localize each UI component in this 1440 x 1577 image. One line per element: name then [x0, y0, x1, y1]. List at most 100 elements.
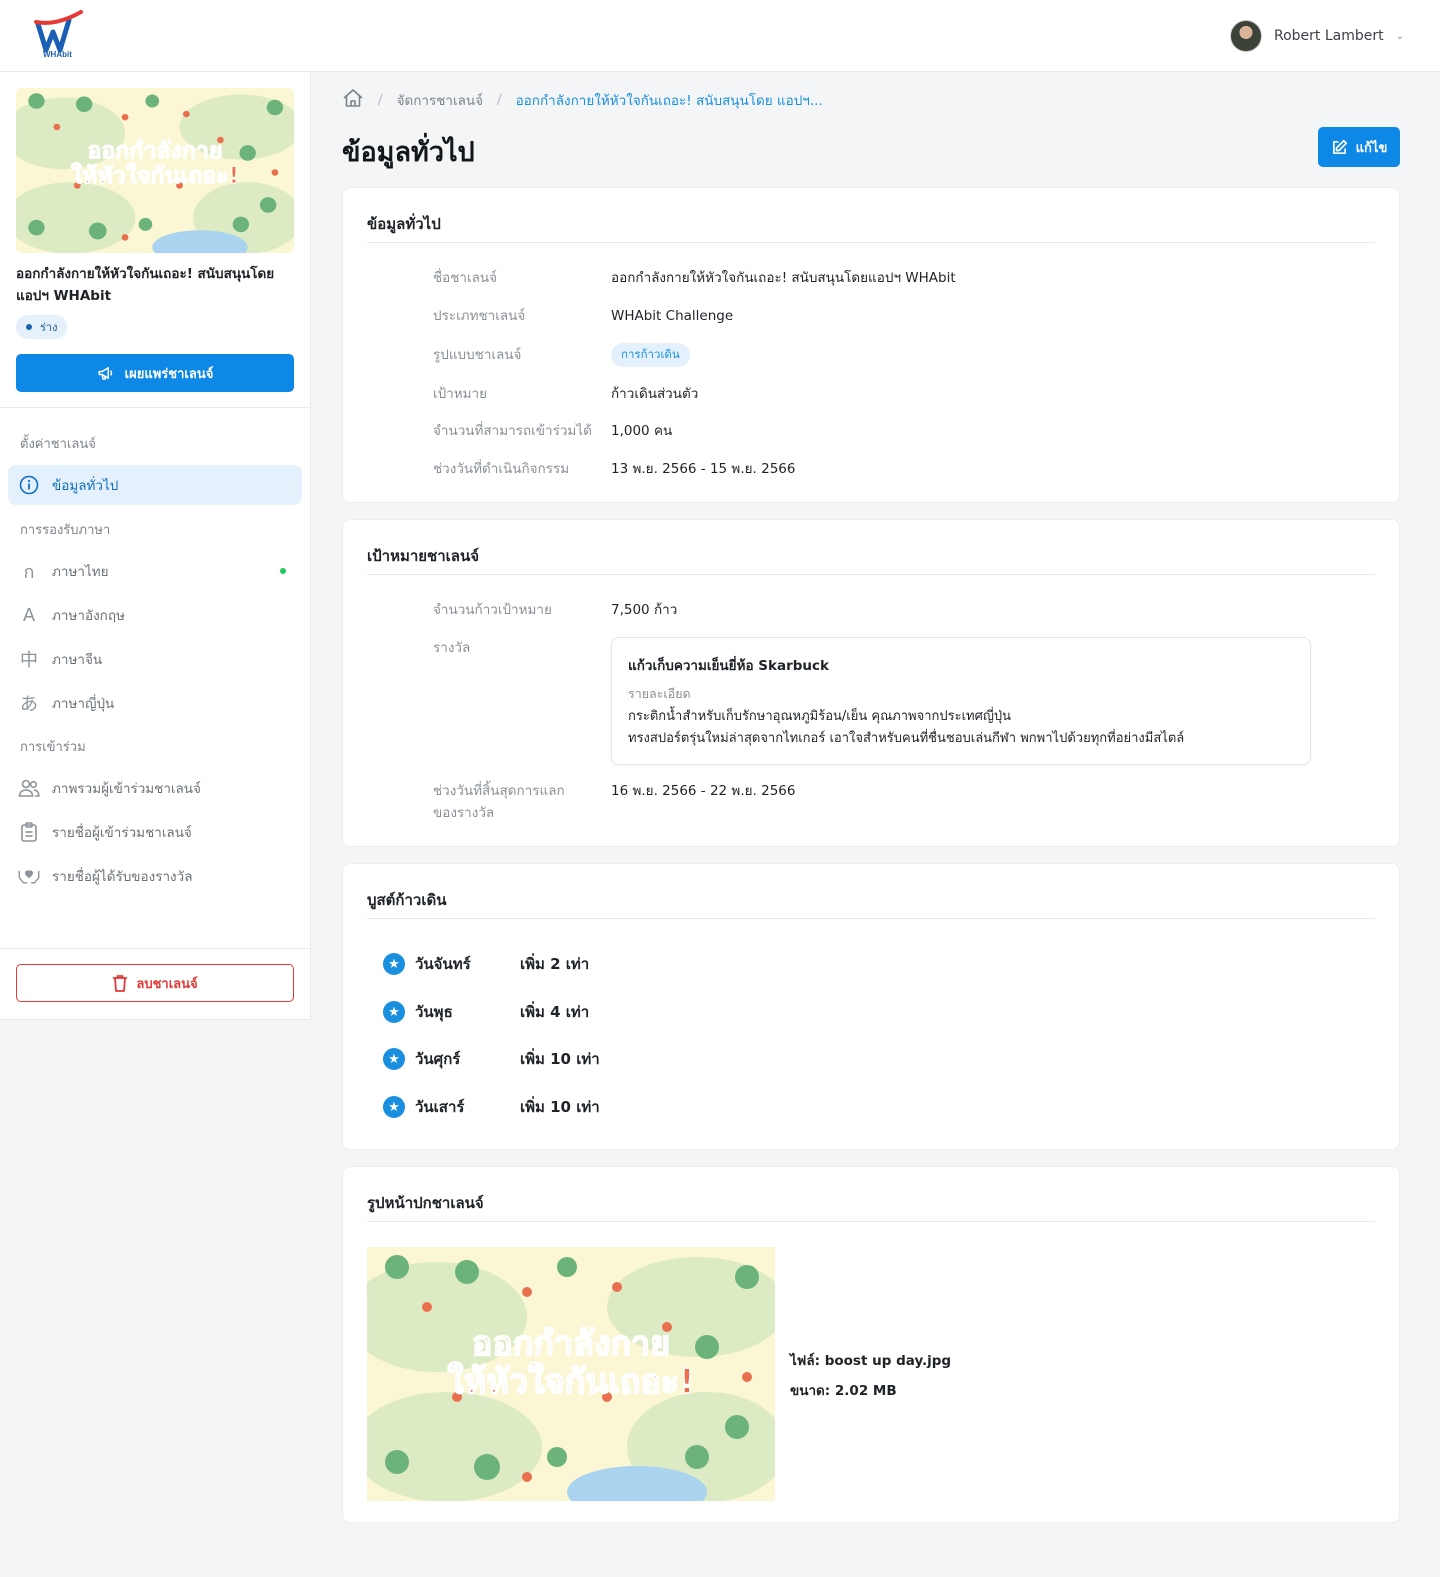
sidebar-item-label: ภาษาอังกฤษ: [52, 608, 125, 624]
card-title: เป้าหมายชาเลนจ์: [367, 547, 480, 565]
thai-letter-icon: ก: [23, 561, 35, 583]
section-language: การรองรับภาษา: [20, 523, 111, 538]
field-label: จำนวนก้าวเป้าหมาย: [433, 602, 552, 618]
reward-description-line: ทรงสปอร์ตรุ่นใหม่ล่าสุดจากไทเกอร์ เอาใจส…: [628, 731, 1185, 746]
japanese-char-icon: あ: [20, 694, 38, 715]
field-label: ช่วงวันที่สิ้นสุดการแลก ของรางวัล: [433, 780, 565, 824]
field-label: รางวัล: [433, 640, 471, 656]
challenge-format-chip: การก้าวเดิน: [611, 343, 690, 367]
status-badge: ร่าง: [16, 315, 68, 339]
boost-day: วันเสาร์: [415, 1098, 465, 1116]
sidebar-item-participants-list[interactable]: รายชื่อผู้เข้าร่วมชาเลนจ์: [8, 812, 302, 852]
page-title: ข้อมูลทั่วไป: [342, 137, 475, 168]
edit-button-label: แก้ไข: [1355, 140, 1388, 156]
home-icon[interactable]: [342, 88, 364, 112]
breadcrumb: / จัดการชาเลนจ์ / ออกกำลังกายให้หัวใจกัน…: [342, 88, 823, 112]
sidebar-item-thai[interactable]: ก ภาษาไทย: [8, 551, 302, 591]
delete-challenge-button[interactable]: ลบชาเลนจ์: [16, 964, 294, 1002]
sidebar-item-label: รายชื่อผู้เข้าร่วมชาเลนจ์: [52, 825, 192, 841]
field-value-goal: ก้าวเดินส่วนตัว: [611, 386, 699, 402]
logo-text: WHAbit: [43, 50, 72, 59]
sidebar-item-label: ภาพรวมผู้เข้าร่วมชาเลนจ์: [52, 781, 201, 797]
cover-file-name: ไฟล์: boost up day.jpg: [790, 1353, 952, 1369]
chevron-down-icon: ⌄: [1395, 30, 1404, 42]
top-bar: WHAbit Robert Lambert ⌄: [0, 0, 1440, 72]
star-icon: ★: [383, 1096, 405, 1118]
info-circle-icon: [18, 474, 40, 496]
whabit-logo[interactable]: WHAbit: [34, 10, 84, 60]
sidebar-item-label: ภาษาจีน: [52, 652, 103, 668]
reward-description: กระติกน้ำสำหรับเก็บรักษาอุณหภูมิร้อน/เย็…: [628, 706, 1298, 750]
field-value-redeem-range: 16 พ.ย. 2566 - 22 พ.ย. 2566: [611, 783, 796, 799]
sidebar-divider: [0, 407, 311, 408]
chinese-char-icon: 中: [20, 650, 38, 671]
sidebar-cover-text-2: ให้หัวใจกันเถอะ!: [71, 161, 239, 188]
user-menu[interactable]: Robert Lambert ⌄: [1229, 20, 1404, 52]
star-icon: ★: [383, 1048, 405, 1070]
sidebar-item-general-info[interactable]: ข้อมูลทั่วไป: [8, 465, 302, 505]
card-divider: [367, 574, 1375, 575]
user-name: Robert Lambert: [1273, 28, 1384, 44]
boost-row: ★ วันศุกร์ เพิ่ม 10 เท่า: [383, 1047, 600, 1071]
edit-button[interactable]: แก้ไข: [1318, 127, 1400, 167]
field-label: จำนวนที่สามารถเข้าร่วมได้: [433, 423, 592, 439]
general-info-card: ข้อมูลทั่วไป ชื่อชาเลนจ์ ออกกำลังกายให้ห…: [342, 187, 1400, 503]
reward-hands-icon: [18, 865, 40, 887]
reward-detail-label: รายละเอียด: [628, 686, 691, 701]
boost-day: วันจันทร์: [415, 955, 471, 973]
sidebar-item-english[interactable]: A ภาษาอังกฤษ: [8, 595, 302, 635]
field-value-capacity: 1,000 คน: [611, 423, 673, 439]
boost-row: ★ วันจันทร์ เพิ่ม 2 เท่า: [383, 952, 589, 976]
active-language-dot: [280, 568, 286, 574]
card-title: รูปหน้าปกชาเลนจ์: [367, 1194, 484, 1212]
star-icon: ★: [383, 953, 405, 975]
sidebar-item-label: ข้อมูลทั่วไป: [52, 478, 119, 494]
field-label: เป้าหมาย: [433, 386, 488, 402]
sidebar-cover-text-1: ออกกำลังกาย: [88, 139, 223, 164]
challenge-goal-card: เป้าหมายชาเลนจ์ จำนวนก้าวเป้าหมาย 7,500 …: [342, 519, 1400, 847]
breadcrumb-manage-challenges[interactable]: จัดการชาเลนจ์: [397, 89, 483, 111]
sidebar-item-participants-overview[interactable]: ภาพรวมผู้เข้าร่วมชาเลนจ์: [8, 768, 302, 808]
card-title: บูสต์ก้าวเดิน: [367, 891, 447, 909]
field-label: ประเภทชาเลนจ์: [433, 308, 526, 324]
card-divider: [367, 918, 1375, 919]
boost-multiplier: เพิ่ม 2 เท่า: [520, 955, 590, 973]
sidebar-item-label: ภาษาญี่ปุ่น: [52, 696, 115, 712]
boost-row: ★ วันพุธ เพิ่ม 4 เท่า: [383, 1000, 589, 1024]
sidebar-item-chinese[interactable]: 中 ภาษาจีน: [8, 639, 302, 679]
avatar: [1229, 20, 1262, 52]
sidebar-item-label: รายชื่อผู้ได้รับของรางวัล: [52, 869, 193, 885]
field-label-line: ช่วงวันที่สิ้นสุดการแลก: [433, 783, 565, 799]
boost-multiplier: เพิ่ม 10 เท่า: [520, 1098, 600, 1116]
edit-icon: [1332, 139, 1347, 154]
breadcrumb-current[interactable]: ออกกำลังกายให้หัวใจกันเถอะ! สนับสนุนโดย …: [516, 89, 823, 111]
sidebar-item-japanese[interactable]: あ ภาษาญี่ปุ่น: [8, 683, 302, 723]
boost-multiplier: เพิ่ม 4 เท่า: [520, 1003, 590, 1021]
cover-text-2: ให้หัวใจกันเถอะ!: [447, 1361, 694, 1402]
field-value-target-steps: 7,500 ก้าว: [611, 602, 678, 618]
field-value-date-range: 13 พ.ย. 2566 - 15 พ.ย. 2566: [611, 461, 796, 477]
breadcrumb-separator: /: [497, 92, 502, 108]
sidebar-item-label: ภาษาไทย: [52, 564, 109, 580]
star-icon: ★: [383, 1001, 405, 1023]
trash-icon: [113, 975, 128, 992]
boost-row: ★ วันเสาร์ เพิ่ม 10 เท่า: [383, 1095, 600, 1119]
sidebar-item-reward-recipients[interactable]: รายชื่อผู้ได้รับของรางวัล: [8, 856, 302, 896]
cover-text-1: ออกกำลังกาย: [472, 1324, 670, 1364]
cover-image: ออกกำลังกาย ให้หัวใจกันเถอะ!: [367, 1247, 775, 1501]
card-divider: [367, 242, 1375, 243]
cover-file-size: ขนาด: 2.02 MB: [790, 1383, 897, 1399]
users-icon: [18, 777, 40, 799]
reward-description-line: กระติกน้ำสำหรับเก็บรักษาอุณหภูมิร้อน/เย็…: [628, 709, 1012, 724]
field-label: ช่วงวันที่ดำเนินกิจกรรม: [433, 461, 570, 477]
section-participation: การเข้าร่วม: [20, 740, 86, 755]
publish-button[interactable]: เผยแพร่ชาเลนจ์: [16, 354, 294, 392]
megaphone-icon: [98, 367, 112, 380]
breadcrumb-separator: /: [378, 92, 383, 108]
delete-button-label: ลบชาเลนจ์: [136, 976, 198, 992]
boost-day: วันศุกร์: [415, 1050, 461, 1068]
step-boost-card: บูสต์ก้าวเดิน ★ วันจันทร์ เพิ่ม 2 เท่า ★…: [342, 863, 1400, 1150]
clipboard-list-icon: [18, 821, 40, 843]
field-value-challenge-type: WHAbit Challenge: [611, 308, 734, 324]
sidebar: ออกกำลังกาย ให้หัวใจกันเถอะ! ออกกำลังกาย…: [0, 72, 311, 1020]
